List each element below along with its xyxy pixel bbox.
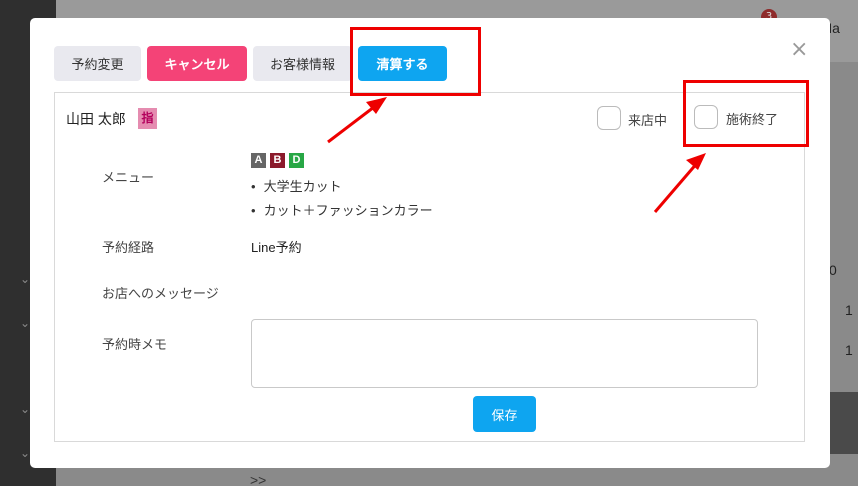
annotation-arrows bbox=[327, 97, 706, 213]
